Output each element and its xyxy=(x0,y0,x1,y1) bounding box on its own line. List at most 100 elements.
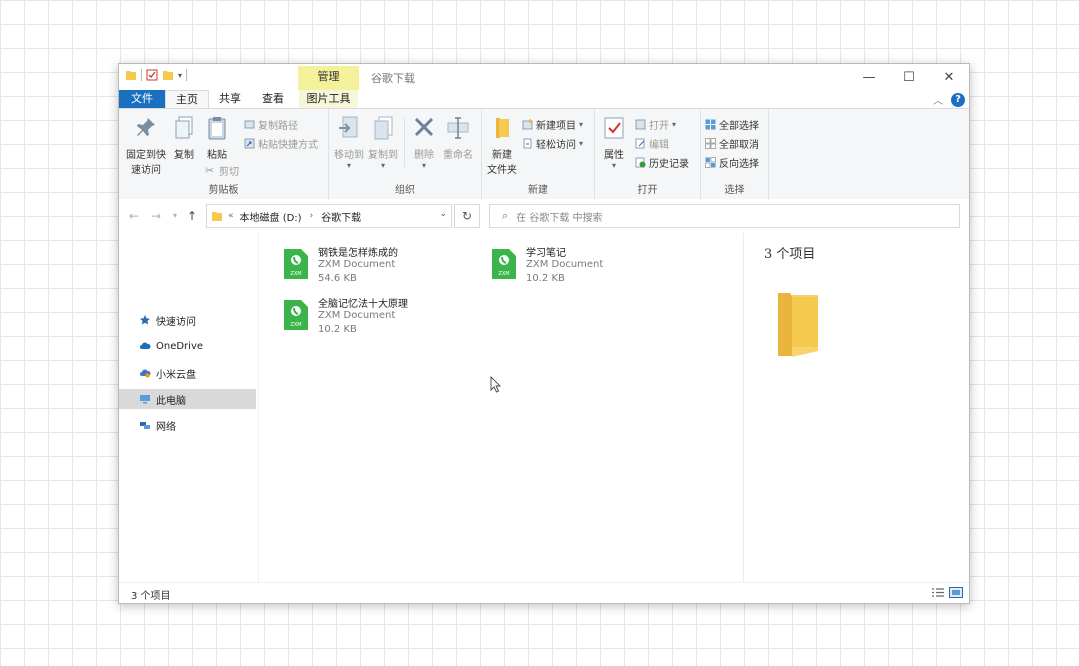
address-bar[interactable]: « 本地磁盘 (D:) › 谷歌下载 ⌄ xyxy=(206,204,452,228)
copy-button[interactable]: 复制 xyxy=(171,115,197,161)
file-item[interactable]: ZXM 钢铁是怎样炼成的 ZXM Document 54.6 KB xyxy=(259,241,459,285)
properties-button[interactable]: 属性 ▾ xyxy=(599,115,629,170)
file-item[interactable]: ZXM 学习笔记 ZXM Document 10.2 KB xyxy=(467,241,667,285)
address-folder-icon xyxy=(212,212,222,221)
move-to-dropdown-icon: ▾ xyxy=(346,161,351,170)
file-size: 54.6 KB xyxy=(318,273,357,284)
divider xyxy=(404,117,405,167)
paste-shortcut-icon xyxy=(244,138,255,149)
pin-quick-access-button[interactable]: 固定到快 速访问 xyxy=(123,115,169,176)
nav-item-network[interactable]: 网络 xyxy=(119,415,256,435)
invert-selection-label: 反向选择 xyxy=(719,159,759,170)
tab-home[interactable]: 主页 xyxy=(165,90,209,110)
select-none-label: 全部取消 xyxy=(719,140,759,151)
history-button[interactable]: 历史记录 xyxy=(635,155,689,170)
breadcrumb-root-chevron[interactable]: « xyxy=(228,211,234,221)
properties-check-icon[interactable] xyxy=(146,69,158,81)
zxm-document-icon: ZXM xyxy=(492,249,516,279)
refresh-button[interactable]: ↻ xyxy=(454,204,480,228)
copy-path-icon xyxy=(244,120,255,129)
back-arrow-icon[interactable]: ← xyxy=(129,209,139,223)
large-icons-view-icon[interactable] xyxy=(949,587,963,598)
nav-item-quick-access[interactable]: 快速访问 xyxy=(119,310,256,330)
nav-label: 快速访问 xyxy=(156,316,196,328)
ribbon-help-area: ︿ ? xyxy=(933,92,965,107)
nav-item-onedrive[interactable]: OneDrive xyxy=(119,336,256,356)
address-dropdown-icon[interactable]: ⌄ xyxy=(439,209,447,219)
cloud-drive-icon xyxy=(140,369,151,378)
paste-shortcut-button[interactable]: 粘贴快捷方式 xyxy=(244,136,318,151)
select-all-button[interactable]: 全部选择 xyxy=(705,117,759,132)
group-label-organize: 组织 xyxy=(395,185,415,196)
tab-view[interactable]: 查看 xyxy=(255,90,291,108)
select-all-label: 全部选择 xyxy=(719,121,759,132)
refresh-icon: ↻ xyxy=(461,209,473,223)
copy-to-icon xyxy=(374,116,393,140)
history-label: 历史记录 xyxy=(649,159,689,170)
copy-to-button[interactable]: 复制到 ▾ xyxy=(367,115,399,170)
search-icon: ⌕ xyxy=(502,209,509,222)
pin-icon xyxy=(137,118,155,136)
breadcrumb-folder[interactable]: 谷歌下载 xyxy=(321,209,361,224)
nav-item-this-pc[interactable]: 此电脑 xyxy=(119,389,256,409)
file-type: ZXM Document xyxy=(318,310,396,321)
open-button[interactable]: 打开 ▾ xyxy=(635,117,676,132)
tab-picture-tools[interactable]: 图片工具 xyxy=(299,90,358,108)
new-folder-icon[interactable] xyxy=(162,69,174,81)
pin-label-line2: 速访问 xyxy=(131,165,161,176)
forward-arrow-icon[interactable]: → xyxy=(151,209,161,223)
details-view-icon[interactable] xyxy=(931,587,945,598)
search-box[interactable]: ⌕ 在 谷歌下载 中搜索 xyxy=(489,204,960,228)
copy-path-label: 复制路径 xyxy=(258,121,298,132)
cut-label: 剪切 xyxy=(219,167,239,178)
nav-item-xiaomi-cloud[interactable]: 小米云盘 xyxy=(119,363,256,383)
qat-dropdown-icon[interactable]: ▾ xyxy=(178,71,182,80)
cut-button[interactable]: ✂ 剪切 xyxy=(205,163,239,178)
breadcrumb-separator[interactable]: › xyxy=(310,211,314,221)
tab-share[interactable]: 共享 xyxy=(212,90,248,108)
close-button[interactable]: ✕ xyxy=(929,64,969,90)
easy-access-icon xyxy=(523,138,532,149)
file-item[interactable]: ZXM 全脑记忆法十大原理 ZXM Document 10.2 KB xyxy=(259,292,459,336)
minimize-button[interactable]: — xyxy=(849,64,889,90)
rename-button[interactable]: 重命名 xyxy=(441,115,475,161)
copy-label: 复制 xyxy=(174,150,194,161)
tab-manage[interactable]: 管理 xyxy=(298,66,359,90)
move-to-button[interactable]: 移动到 ▾ xyxy=(333,115,365,170)
invert-selection-button[interactable]: 反向选择 xyxy=(705,155,759,170)
breadcrumb-drive[interactable]: 本地磁盘 (D:) xyxy=(240,209,302,224)
file-size: 10.2 KB xyxy=(318,324,357,335)
paste-button[interactable]: 粘贴 xyxy=(201,115,233,161)
file-icon-label: ZXM xyxy=(290,271,301,277)
copy-to-label: 复制到 xyxy=(368,150,398,161)
pin-label-line1: 固定到快 xyxy=(126,150,166,161)
file-icon-label: ZXM xyxy=(290,322,301,328)
new-item-button[interactable]: 新建项目 ▾ xyxy=(522,117,583,132)
collapse-ribbon-icon[interactable]: ︿ xyxy=(933,92,943,107)
quick-access-toolbar: ▾ xyxy=(125,69,188,81)
recent-locations-icon[interactable]: ▾ xyxy=(173,211,177,220)
rename-icon xyxy=(447,117,469,139)
status-bar: 3 个项目 xyxy=(119,582,969,603)
copy-path-button[interactable]: 复制路径 xyxy=(244,117,298,132)
easy-access-button[interactable]: 轻松访问 ▾ xyxy=(522,136,583,151)
navigation-bar: ← → ▾ ↑ « 本地磁盘 (D:) › 谷歌下载 ⌄ ↻ ⌕ 在 谷歌下载 … xyxy=(119,199,969,233)
new-item-icon xyxy=(522,119,533,130)
group-open: 属性 ▾ 打开 ▾ 编辑 历史记录 打开 xyxy=(595,109,701,199)
help-icon[interactable]: ? xyxy=(951,92,965,107)
file-size: 10.2 KB xyxy=(526,273,565,284)
rename-label: 重命名 xyxy=(443,150,473,161)
group-label-clipboard: 剪贴板 xyxy=(208,185,239,196)
select-none-icon xyxy=(705,138,716,149)
open-label: 打开 xyxy=(649,121,669,132)
edit-button[interactable]: 编辑 xyxy=(635,136,669,151)
select-none-button[interactable]: 全部取消 xyxy=(705,136,759,151)
network-icon xyxy=(140,422,150,429)
edit-icon xyxy=(635,138,645,149)
star-icon xyxy=(140,315,150,325)
new-folder-button[interactable]: 新建 文件夹 xyxy=(486,115,518,176)
up-arrow-icon[interactable]: ↑ xyxy=(187,209,197,223)
maximize-button[interactable]: ☐ xyxy=(889,64,929,90)
delete-button[interactable]: 删除 ▾ xyxy=(409,115,439,170)
divider xyxy=(141,69,142,81)
